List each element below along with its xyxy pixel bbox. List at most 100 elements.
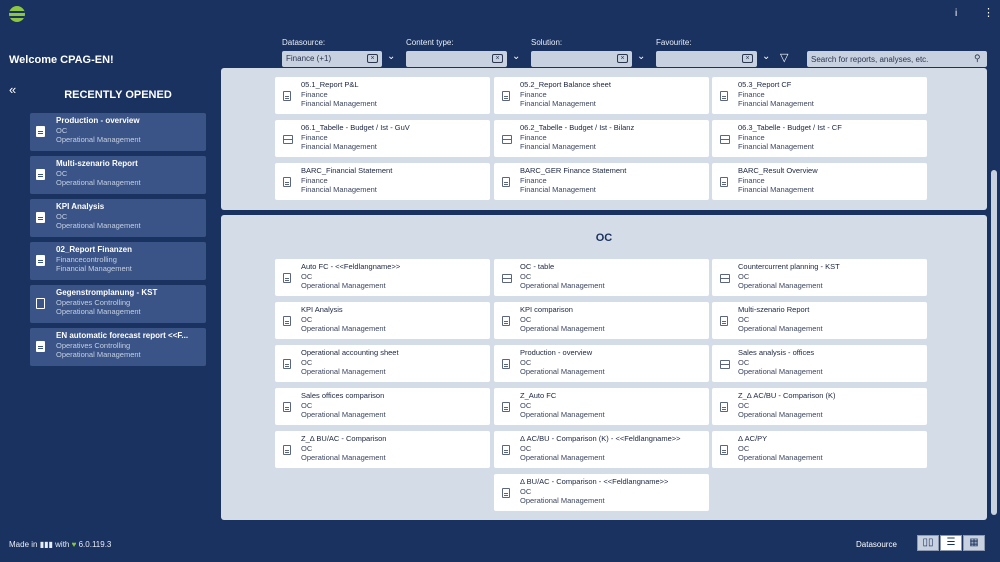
report-card[interactable]: Multi-szenario Report OC Operational Manag… bbox=[712, 302, 927, 339]
main-content[interactable]: 05.1_Report P&L Finance Financial Manageme… bbox=[221, 68, 987, 520]
card-subtitle: Finance bbox=[520, 90, 547, 99]
clear-icon[interactable]: × bbox=[742, 54, 753, 63]
table-icon bbox=[502, 274, 512, 283]
report-card[interactable]: 05.3_Report CF Finance Financial Managemen… bbox=[712, 77, 927, 114]
card-category: Financial Management bbox=[520, 99, 596, 108]
report-card[interactable]: KPI Analysis OC Operational Management bbox=[275, 302, 490, 339]
card-title: OC - table bbox=[520, 262, 555, 271]
document-icon bbox=[720, 445, 728, 455]
document-icon bbox=[36, 341, 45, 352]
report-card[interactable]: 06.3_Tabelle - Budget / Ist - CF Finance F… bbox=[712, 120, 927, 157]
report-card[interactable]: Operational accounting sheet OC Operationa… bbox=[275, 345, 490, 382]
top-bar: i ⋮ bbox=[0, 0, 1000, 28]
card-subtitle: Finance bbox=[301, 133, 328, 142]
heart-icon: ♥ bbox=[71, 540, 77, 549]
report-card[interactable]: Z_Δ BU/AC - Comparison OC Operational Mana… bbox=[275, 431, 490, 468]
document-icon bbox=[283, 445, 291, 455]
report-card[interactable]: BARC_GER Finance Statement Finance Financi… bbox=[494, 163, 709, 200]
card-title: Δ BU/AC - Comparison - <<Feldlangname>> bbox=[520, 477, 669, 486]
columns-view-button[interactable]: ▯▯ bbox=[917, 535, 939, 551]
report-card[interactable]: Production - overview OC Operational Manag… bbox=[494, 345, 709, 382]
card-title: KPI Analysis bbox=[301, 305, 343, 314]
card-category: Operational Management bbox=[56, 350, 141, 359]
card-title: Operational accounting sheet bbox=[301, 348, 399, 357]
card-category: Operational Management bbox=[520, 496, 605, 505]
card-title: Δ AC/PY bbox=[738, 434, 768, 443]
recent-item[interactable]: Production - overview OC Operational Manag… bbox=[30, 113, 206, 151]
report-card[interactable]: KPI comparison OC Operational Management bbox=[494, 302, 709, 339]
card-subtitle: Finance bbox=[301, 176, 328, 185]
document-icon bbox=[283, 316, 291, 326]
finance-section: 05.1_Report P&L Finance Financial Manageme… bbox=[221, 68, 987, 210]
document-icon bbox=[502, 177, 510, 187]
card-category: Operational Management bbox=[738, 410, 823, 419]
favourite-select[interactable]: × bbox=[656, 51, 757, 67]
report-card[interactable]: Δ BU/AC - Comparison - <<Feldlangname>> O… bbox=[494, 474, 709, 511]
list-view-button[interactable]: ☰ bbox=[940, 535, 962, 551]
card-title: BARC_Result Overview bbox=[738, 166, 818, 175]
report-card[interactable]: 05.1_Report P&L Finance Financial Manageme… bbox=[275, 77, 490, 114]
chevron-down-icon[interactable]: ⌄ bbox=[762, 51, 770, 62]
chevron-down-icon[interactable]: ⌄ bbox=[637, 51, 645, 62]
card-category: Financial Management bbox=[738, 142, 814, 151]
solution-select[interactable]: × bbox=[531, 51, 632, 67]
card-category: Operational Management bbox=[56, 221, 141, 230]
scrollbar[interactable] bbox=[991, 170, 997, 515]
recent-item[interactable]: Gegenstromplanung - KST Operatives Contro… bbox=[30, 285, 206, 323]
recent-item[interactable]: KPI Analysis OC Operational Management bbox=[30, 199, 206, 237]
report-card[interactable]: Countercurrent planning - KST OC Operation… bbox=[712, 259, 927, 296]
grid-view-button[interactable]: ▦ bbox=[963, 535, 985, 551]
card-category: Operational Management bbox=[738, 367, 823, 376]
card-title: Multi-szenario Report bbox=[56, 159, 138, 168]
report-card[interactable]: 05.2_Report Balance sheet Finance Financia… bbox=[494, 77, 709, 114]
card-subtitle: OC bbox=[520, 358, 532, 367]
card-subtitle: OC bbox=[738, 315, 750, 324]
card-category: Financial Management bbox=[56, 264, 132, 273]
menu-icon[interactable]: ⋮ bbox=[983, 6, 994, 19]
document-icon bbox=[502, 316, 510, 326]
report-card[interactable]: 06.1_Tabelle - Budget / Ist - GuV Finance… bbox=[275, 120, 490, 157]
report-card[interactable]: Auto FC - <<Feldlangname>> OC Operational … bbox=[275, 259, 490, 296]
search-input[interactable] bbox=[807, 51, 987, 67]
recently-opened-title: RECENTLY OPENED bbox=[64, 89, 172, 101]
content-type-select[interactable]: × bbox=[406, 51, 507, 67]
table-icon bbox=[502, 135, 512, 144]
card-category: Operational Management bbox=[56, 307, 141, 316]
card-subtitle: OC bbox=[738, 444, 750, 453]
search-icon[interactable]: ⚲ bbox=[974, 53, 981, 64]
card-subtitle: OC bbox=[301, 358, 313, 367]
clear-icon[interactable]: × bbox=[492, 54, 503, 63]
oc-section: OC Auto FC - <<Feldlangname>> OC Operation… bbox=[221, 215, 987, 520]
recent-item[interactable]: EN automatic forecast report <<F... Opera… bbox=[30, 328, 206, 366]
recent-item[interactable]: 02_Report Finanzen Financecontrolling Fina… bbox=[30, 242, 206, 280]
document-icon bbox=[720, 177, 728, 187]
report-card[interactable]: 06.2_Tabelle - Budget / Ist - Bilanz Fina… bbox=[494, 120, 709, 157]
table-icon bbox=[720, 360, 730, 369]
report-card[interactable]: Δ AC/BU - Comparison (K) - <<Feldlangnam… bbox=[494, 431, 709, 468]
card-title: 06.3_Tabelle - Budget / Ist - CF bbox=[738, 123, 842, 132]
clear-icon[interactable]: × bbox=[367, 54, 378, 63]
datasource-select[interactable]: Finance (+1) × bbox=[282, 51, 382, 67]
section-title: OC bbox=[595, 232, 613, 244]
clear-icon[interactable]: × bbox=[617, 54, 628, 63]
card-title: Δ AC/BU - Comparison (K) - <<Feldlangnam… bbox=[520, 434, 681, 443]
card-title: EN automatic forecast report <<F... bbox=[56, 331, 189, 340]
report-card[interactable]: Z_Δ AC/BU - Comparison (K) OC Operational … bbox=[712, 388, 927, 425]
report-card[interactable]: Δ AC/PY OC Operational Management bbox=[712, 431, 927, 468]
report-card[interactable]: Z_Auto FC OC Operational Management bbox=[494, 388, 709, 425]
report-card[interactable]: Sales offices comparison OC Operational Ma… bbox=[275, 388, 490, 425]
recent-item[interactable]: Multi-szenario Report OC Operational Manag… bbox=[30, 156, 206, 194]
report-card[interactable]: Sales analysis - offices OC Operational Ma… bbox=[712, 345, 927, 382]
chevron-down-icon[interactable]: ⌄ bbox=[387, 51, 395, 62]
info-icon[interactable]: i bbox=[955, 8, 957, 19]
report-card[interactable]: OC - table OC Operational Management bbox=[494, 259, 709, 296]
card-subtitle: Finance bbox=[738, 176, 765, 185]
card-category: Operational Management bbox=[301, 324, 386, 333]
collapse-sidebar-icon[interactable]: « bbox=[9, 82, 16, 97]
filter-icon[interactable]: ▽ bbox=[780, 51, 788, 64]
report-card[interactable]: BARC_Result Overview Finance Financial Man… bbox=[712, 163, 927, 200]
card-category: Financial Management bbox=[301, 185, 377, 194]
chevron-down-icon[interactable]: ⌄ bbox=[512, 51, 520, 62]
filter-label-solution: Solution: bbox=[531, 38, 563, 47]
report-card[interactable]: BARC_Financial Statement Finance Financial… bbox=[275, 163, 490, 200]
